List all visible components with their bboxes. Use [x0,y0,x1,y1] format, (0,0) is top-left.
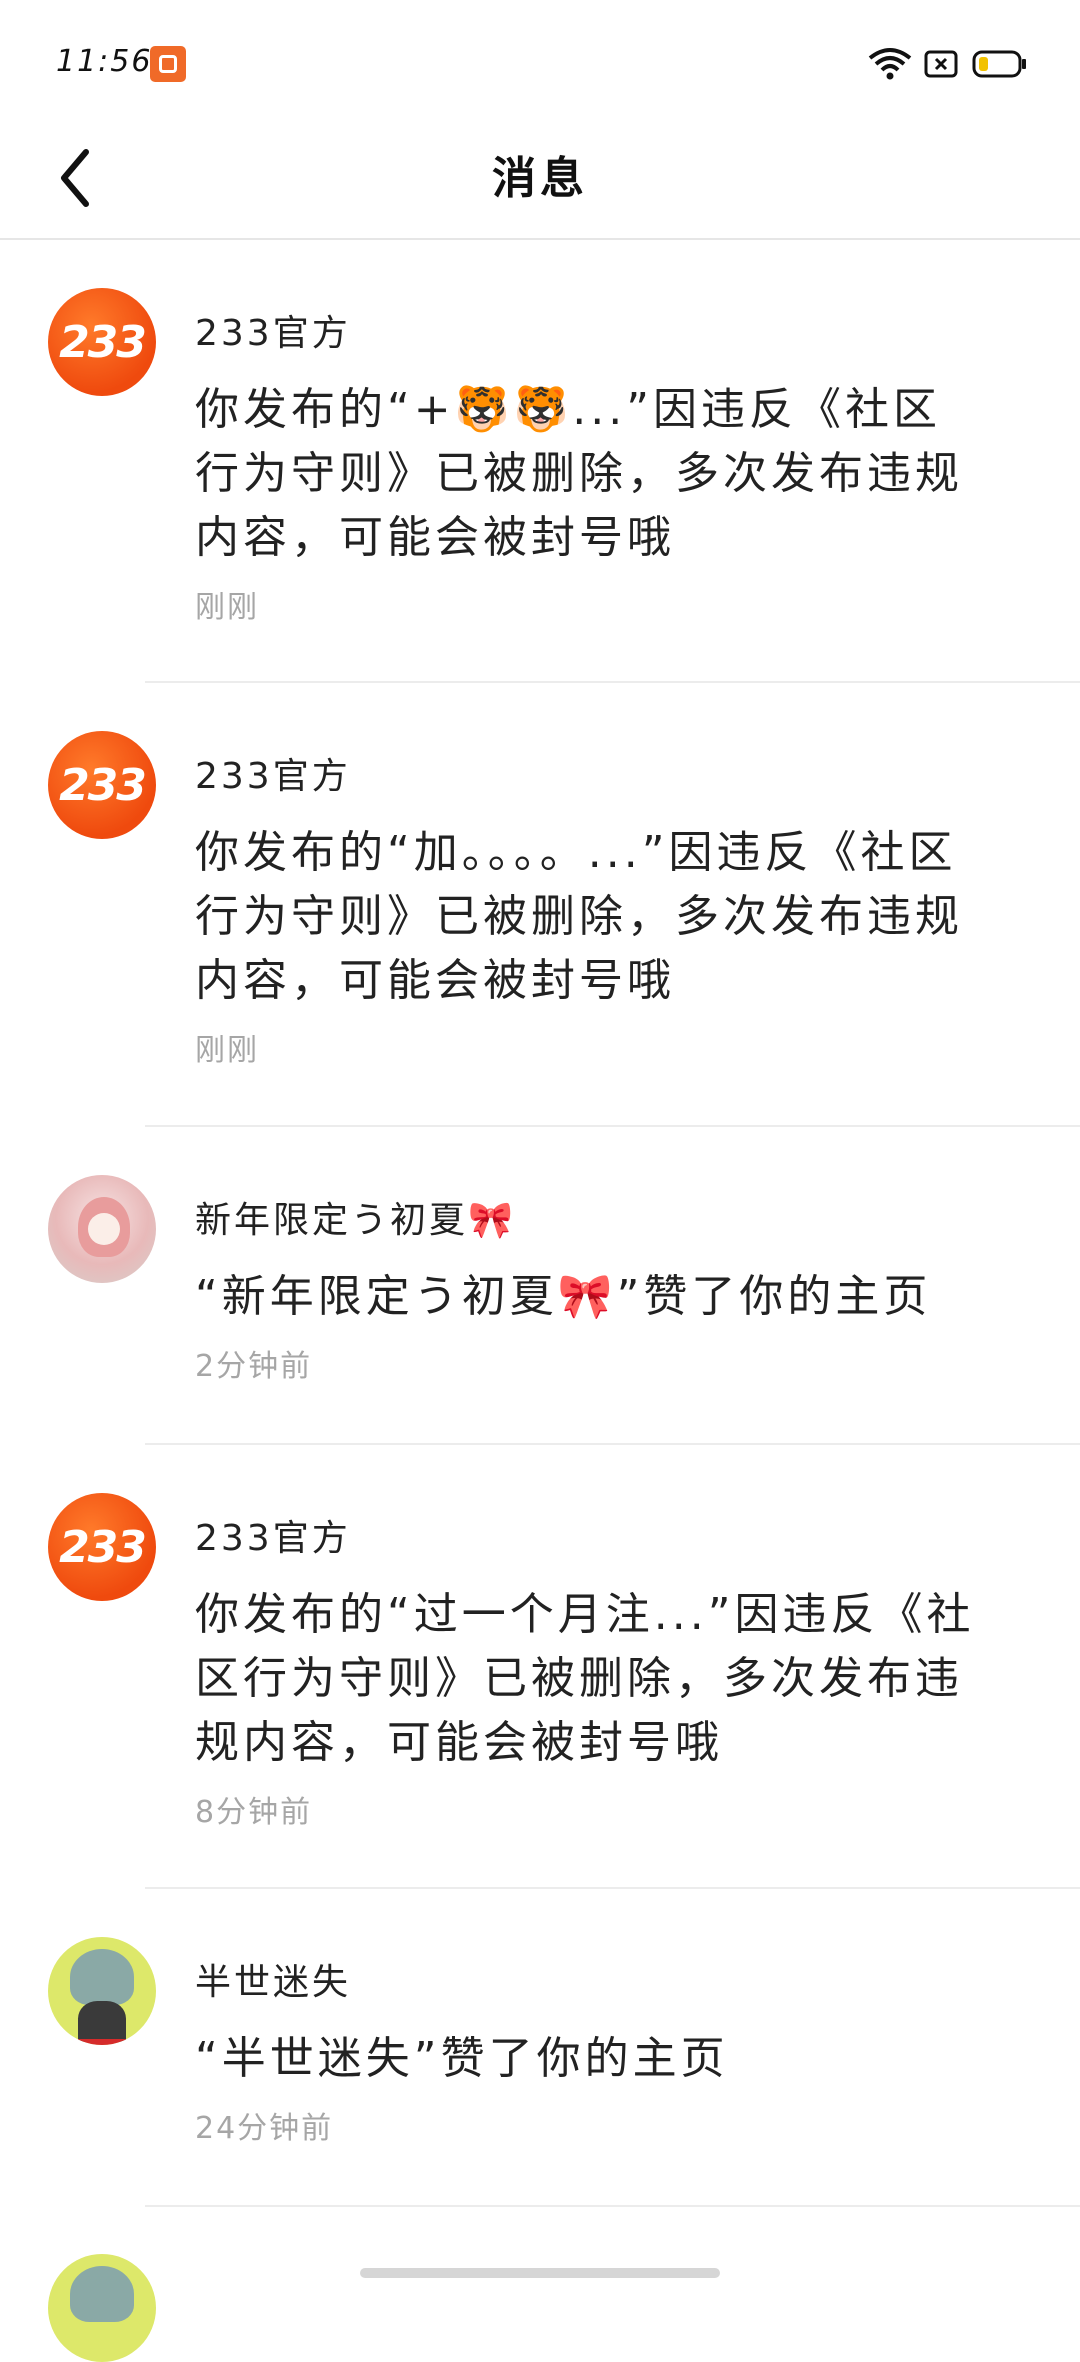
battery-low-icon [972,50,1026,78]
message-time: 2分钟前 [195,1349,313,1384]
avatar[interactable] [48,1937,156,2045]
message-text: “新年限定う初夏🎀”赞了你的主页 [195,1271,932,1322]
avatar[interactable]: 233 [48,1493,156,1601]
avatar-label: 233 [59,316,147,368]
home-indicator[interactable] [360,2268,720,2278]
sender-name: 新年限定う初夏🎀 [195,1200,516,1241]
message-text: 你发布的“+🐯🐯...”因违反《社区行为守则》已被删除，多次发布违规内容，可能会… [195,384,963,563]
sender-name: 233官方 [195,313,351,354]
avatar[interactable] [48,2254,156,2362]
message-text: “半世迷失”赞了你的主页 [195,2033,729,2084]
message-item[interactable]: 233 233官方 你发布的“过一个月注...”因违反《社区行为守则》已被删除，… [0,1445,1080,1889]
message-time: 刚刚 [195,1033,259,1068]
sender-name: 半世迷失 [195,1962,352,2003]
message-text: 你发布的“过一个月注...”因违反《社区行为守则》已被删除，多次发布违规内容，可… [195,1589,975,1768]
avatar[interactable]: 233 [48,731,156,839]
avatar-label: 233 [59,1521,147,1573]
message-time: 8分钟前 [195,1795,313,1830]
status-bar: 11:56 [0,0,1080,118]
message-item[interactable]: 233 233官方 你发布的“加。。。。...”因违反《社区行为守则》已被删除，… [0,683,1080,1127]
divider [145,2205,1080,2207]
message-time: 24分钟前 [195,2111,334,2146]
sim-off-icon [924,50,958,78]
page-title: 消息 [492,153,588,204]
message-item[interactable]: 半世迷失 “半世迷失”赞了你的主页 24分钟前 [0,1889,1080,2207]
message-list: 233 233官方 你发布的“+🐯🐯...”因违反《社区行为守则》已被删除，多次… [0,240,1080,2207]
avatar[interactable]: 233 [48,288,156,396]
message-time: 刚刚 [195,590,259,625]
sender-name: 233官方 [195,756,351,797]
sender-name: 233官方 [195,1518,351,1559]
app-notification-icon [150,46,186,82]
avatar[interactable] [48,1175,156,1283]
header: 消息 [0,118,1080,240]
avatar-label: 233 [59,759,147,811]
message-text: 你发布的“加。。。。...”因违反《社区行为守则》已被删除，多次发布违规内容，可… [195,827,963,1006]
message-item[interactable]: 233 233官方 你发布的“+🐯🐯...”因违反《社区行为守则》已被删除，多次… [0,240,1080,683]
wifi-icon [868,48,912,80]
message-item[interactable]: 新年限定う初夏🎀 “新年限定う初夏🎀”赞了你的主页 2分钟前 [0,1127,1080,1445]
status-time: 11:56 [56,44,153,79]
